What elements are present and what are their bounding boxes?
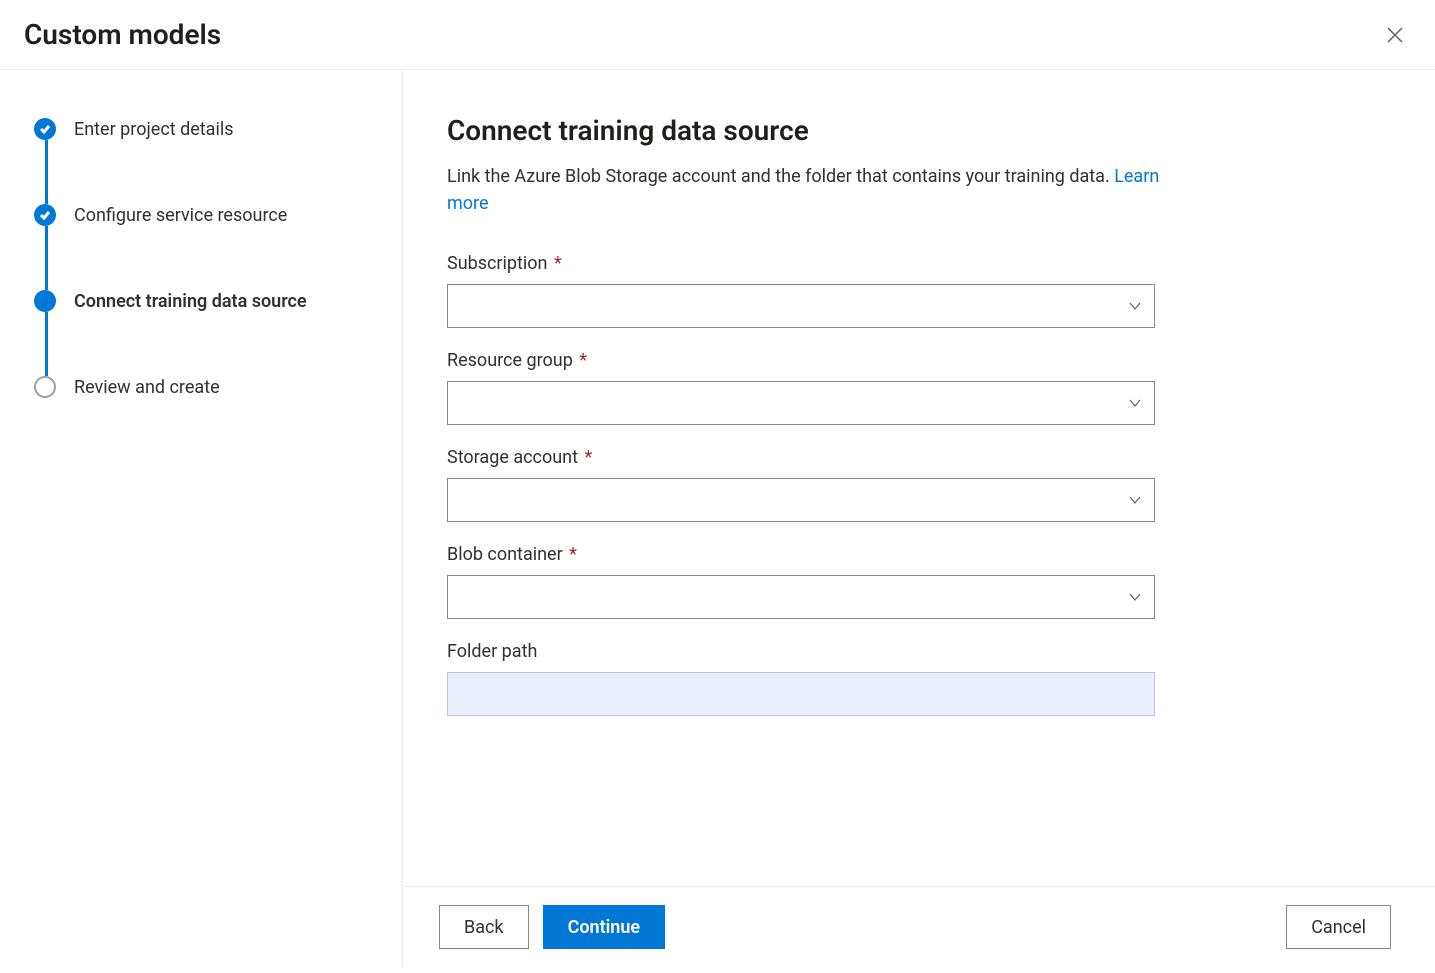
wizard-footer: Back Continue Cancel xyxy=(403,886,1435,967)
storage-account-label: Storage account * xyxy=(447,447,1155,468)
step-indicator-upcoming xyxy=(34,376,56,398)
blob-container-label: Blob container * xyxy=(447,544,1155,565)
dialog-title: Custom models xyxy=(24,18,221,51)
main-content: Connect training data source Link the Az… xyxy=(403,70,1435,886)
folder-path-input[interactable] xyxy=(447,672,1155,716)
folder-path-label: Folder path xyxy=(447,641,1155,662)
dialog-header: Custom models xyxy=(0,0,1435,70)
chevron-down-icon xyxy=(1128,396,1142,410)
step-enter-project-details[interactable]: Enter project details xyxy=(34,118,378,204)
wizard-sidebar: Enter project details Configure service … xyxy=(0,70,403,967)
description-text: Link the Azure Blob Storage account and … xyxy=(447,166,1114,187)
step-label: Configure service resource xyxy=(74,205,287,226)
step-label: Review and create xyxy=(74,377,220,398)
step-configure-service-resource[interactable]: Configure service resource xyxy=(34,204,378,290)
blob-container-select[interactable] xyxy=(447,575,1155,619)
step-label: Enter project details xyxy=(74,119,234,140)
resource-group-label: Resource group * xyxy=(447,350,1155,371)
page-description: Link the Azure Blob Storage account and … xyxy=(447,163,1167,217)
step-indicator-completed xyxy=(34,118,56,140)
required-asterisk: * xyxy=(579,350,587,371)
field-subscription: Subscription * xyxy=(447,253,1155,328)
step-label: Connect training data source xyxy=(74,291,307,312)
subscription-label: Subscription * xyxy=(447,253,1155,274)
step-indicator-completed xyxy=(34,204,56,226)
field-blob-container: Blob container * xyxy=(447,544,1155,619)
step-connector xyxy=(45,312,48,376)
chevron-down-icon xyxy=(1128,493,1142,507)
field-folder-path: Folder path xyxy=(447,641,1155,716)
checkmark-icon xyxy=(39,123,51,135)
required-asterisk: * xyxy=(584,447,592,468)
continue-button[interactable]: Continue xyxy=(543,905,666,949)
resource-group-select[interactable] xyxy=(447,381,1155,425)
step-connector xyxy=(45,140,48,204)
cancel-button[interactable]: Cancel xyxy=(1286,905,1391,949)
close-icon xyxy=(1387,27,1403,43)
chevron-down-icon xyxy=(1128,299,1142,313)
field-storage-account: Storage account * xyxy=(447,447,1155,522)
step-review-and-create[interactable]: Review and create xyxy=(34,376,378,398)
page-heading: Connect training data source xyxy=(447,114,1387,147)
required-asterisk: * xyxy=(569,544,577,565)
step-indicator-active xyxy=(34,290,56,312)
close-button[interactable] xyxy=(1379,19,1411,51)
storage-account-select[interactable] xyxy=(447,478,1155,522)
step-connector xyxy=(45,248,48,290)
field-resource-group: Resource group * xyxy=(447,350,1155,425)
back-button[interactable]: Back xyxy=(439,905,529,949)
required-asterisk: * xyxy=(554,253,562,274)
step-connect-training-data-source[interactable]: Connect training data source xyxy=(34,290,378,376)
chevron-down-icon xyxy=(1128,590,1142,604)
subscription-select[interactable] xyxy=(447,284,1155,328)
checkmark-icon xyxy=(39,209,51,221)
